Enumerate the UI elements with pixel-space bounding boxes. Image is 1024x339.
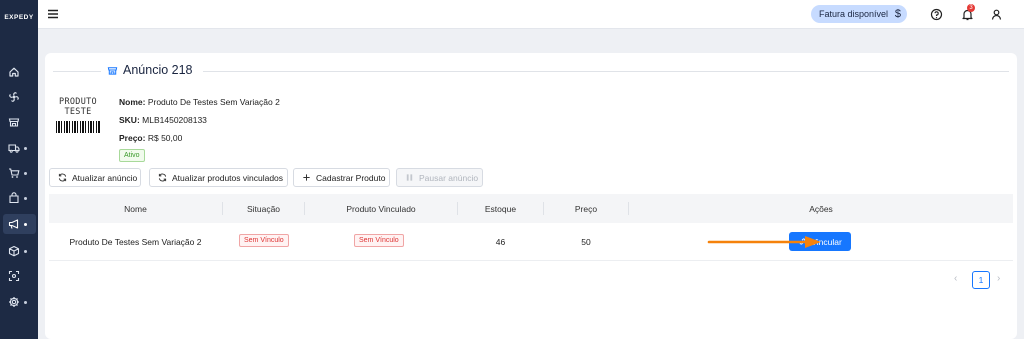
submenu-dot <box>24 146 27 150</box>
column-header-acoes: Ações <box>809 204 833 214</box>
column-header-estoque: Estoque <box>484 204 517 214</box>
page-title: Anúncio 218 <box>123 63 193 77</box>
sidebar-item-bag[interactable] <box>8 189 36 207</box>
product-thumbnail: PRODUTO TESTE <box>54 97 102 145</box>
preco-value: R$ 50,00 <box>147 133 183 143</box>
submenu-dot <box>24 300 27 304</box>
produto-vinculado-badge: Sem Vínculo <box>354 234 404 247</box>
bag-icon <box>9 192 19 204</box>
cart-icon <box>9 168 20 178</box>
sidebar-item-scan[interactable] <box>8 267 36 285</box>
table-row: Produto De Testes Sem Variação 2 Sem Vín… <box>49 223 1013 261</box>
preco-label: Preço: <box>119 133 146 143</box>
pause-icon <box>406 174 413 181</box>
atualizar-anuncio-label: Atualizar anúncio <box>72 172 138 183</box>
cell-nome: Produto De Testes Sem Variação 2 <box>69 237 202 247</box>
sidebar-item-cart[interactable] <box>8 164 36 182</box>
dollar-icon: $ <box>894 8 901 20</box>
help-icon[interactable] <box>930 8 943 21</box>
sidebar-item-fan[interactable] <box>8 88 36 106</box>
cadastrar-produto-label: Cadastrar Produto <box>316 172 386 183</box>
column-header-situacao: Situação <box>246 204 281 214</box>
pagination-next-button[interactable]: › <box>997 273 1000 284</box>
app-logo: EXPEDY <box>4 14 34 21</box>
atualizar-produtos-vinculados-label: Atualizar produtos vinculados <box>172 172 284 183</box>
pausar-anuncio-label: Pausar anúncio <box>419 172 479 183</box>
refresh-icon <box>158 173 167 182</box>
hamburger-menu-icon[interactable] <box>47 8 59 20</box>
cell-estoque: 46 <box>495 237 506 247</box>
cell-preco: 50 <box>581 237 591 247</box>
sidebar-item-home[interactable] <box>8 63 36 81</box>
sku-label: SKU: <box>119 115 140 125</box>
megaphone-icon <box>8 219 19 229</box>
scan-icon <box>8 270 20 282</box>
divider <box>203 71 1009 72</box>
store-icon <box>107 67 118 75</box>
gear-icon <box>9 297 19 307</box>
topbar: Fatura disponível $ 3 <box>38 0 1024 29</box>
notification-badge: 3 <box>967 4 975 12</box>
divider <box>53 71 101 72</box>
column-header-produto-vinculado: Produto Vinculado <box>346 204 416 214</box>
user-icon[interactable] <box>990 8 1003 21</box>
atualizar-produtos-vinculados-button[interactable]: Atualizar produtos vinculados <box>149 168 288 187</box>
nome-label: Nome: <box>119 97 146 107</box>
sidebar-item-marketing[interactable] <box>3 214 36 234</box>
info-preco: Preço: R$ 50,00 <box>119 133 182 143</box>
sku-value: MLB1450208133 <box>142 115 207 125</box>
fatura-disponivel-button[interactable]: Fatura disponível $ <box>811 5 907 23</box>
situacao-badge: Sem Vínculo <box>239 234 289 247</box>
box-icon <box>8 245 20 257</box>
listing-card: Anúncio 218 PRODUTO TESTE Nome: Produto … <box>45 53 1017 339</box>
thumbnail-text-line1: PRODUTO <box>59 97 97 107</box>
refresh-icon <box>58 173 67 182</box>
sidebar: EXPEDY <box>0 0 38 339</box>
column-header-preco: Preço <box>574 204 598 214</box>
nome-value: Produto De Testes Sem Variação 2 <box>147 97 280 107</box>
pagination-prev-button[interactable]: ‹ <box>954 273 957 284</box>
annotation-arrow <box>707 236 821 248</box>
status-badge: Ativo <box>119 149 145 162</box>
info-sku: SKU: MLB1450208133 <box>119 115 207 125</box>
submenu-dot <box>24 249 27 253</box>
sidebar-item-settings[interactable] <box>8 293 36 311</box>
submenu-dot <box>24 196 27 200</box>
store-icon <box>8 118 20 127</box>
truck-icon <box>8 144 20 153</box>
thumbnail-text-line2: TESTE <box>64 107 92 117</box>
pausar-anuncio-button[interactable]: Pausar anúncio <box>396 168 483 187</box>
submenu-dot <box>24 222 27 226</box>
fan-icon <box>9 92 19 102</box>
sidebar-item-shipping[interactable] <box>8 139 36 157</box>
sidebar-item-store[interactable] <box>8 113 36 131</box>
submenu-dot <box>24 171 27 175</box>
plus-icon <box>303 174 310 181</box>
info-nome: Nome: Produto De Testes Sem Variação 2 <box>119 97 280 107</box>
sidebar-item-products[interactable] <box>8 242 36 260</box>
pagination-page-1[interactable]: 1 <box>972 271 990 289</box>
atualizar-anuncio-button[interactable]: Atualizar anúncio <box>49 168 141 187</box>
cadastrar-produto-button[interactable]: Cadastrar Produto <box>293 168 390 187</box>
fatura-label: Fatura disponível <box>819 9 889 19</box>
home-icon <box>9 67 19 77</box>
barcode-image <box>56 121 100 133</box>
column-header-nome: Nome <box>124 204 147 214</box>
table-header: Nome Situação Produto Vinculado Estoque … <box>49 194 1013 223</box>
